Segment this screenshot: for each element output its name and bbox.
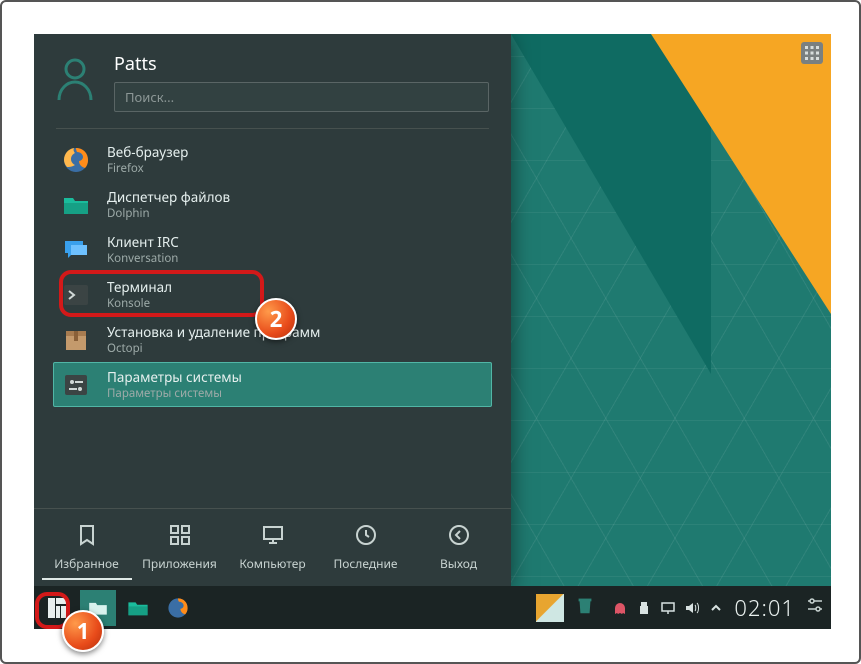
- annotation-badge-2: 2: [255, 298, 297, 340]
- folder-icon: [61, 190, 91, 220]
- tab-favorites[interactable]: Избранное: [42, 523, 132, 580]
- panel-widget[interactable]: [536, 594, 564, 622]
- app-item-web-browser[interactable]: Веб-браузерFirefox: [53, 137, 492, 182]
- clock-label[interactable]: 02:01: [734, 593, 795, 623]
- tab-computer[interactable]: Компьютер: [228, 523, 318, 580]
- app-title: Диспетчер файлов: [107, 188, 230, 206]
- app-title: Параметры системы: [107, 368, 242, 386]
- taskbar-item-firefox[interactable]: [160, 590, 196, 626]
- wallpaper-orange-triangle: [651, 34, 831, 314]
- app-subtitle: Octopi: [107, 341, 320, 356]
- app-item-irc-client[interactable]: Клиент IRCKonversation: [53, 227, 492, 272]
- tray-network-icon[interactable]: [660, 600, 676, 616]
- firefox-icon: [166, 596, 190, 620]
- app-subtitle: Konsole: [107, 296, 172, 311]
- taskbar-item-files[interactable]: [120, 590, 156, 626]
- monitor-icon: [261, 523, 285, 547]
- package-icon: [61, 325, 91, 355]
- tray-ghost-icon[interactable]: [612, 600, 628, 616]
- menu-bottom-tabs: Избранное Приложения Компьютер Последние: [34, 508, 511, 586]
- tab-label: Компьютер: [239, 555, 305, 572]
- favorites-list: Веб-браузерFirefox Диспетчер файловDolph…: [34, 137, 511, 407]
- app-item-file-manager[interactable]: Диспетчер файловDolphin: [53, 182, 492, 227]
- system-tray: [612, 600, 724, 616]
- panel-settings-icon[interactable]: [805, 595, 825, 620]
- chat-icon: [61, 235, 91, 265]
- app-subtitle: Параметры системы: [107, 386, 242, 401]
- window-frame: Patts Веб-браузерFirefox Диспетчер файло…: [0, 0, 861, 664]
- firefox-icon: [61, 145, 91, 175]
- tab-leave[interactable]: Выход: [414, 523, 504, 580]
- taskbar: 02:01: [34, 586, 831, 629]
- user-avatar-icon: [56, 58, 94, 107]
- tab-label: Последние: [333, 555, 397, 572]
- tab-recent[interactable]: Последние: [321, 523, 411, 580]
- trash-icon: [574, 594, 596, 616]
- tray-usb-icon[interactable]: [636, 600, 652, 616]
- app-title: Клиент IRC: [107, 233, 179, 251]
- tray-expand-icon[interactable]: [708, 600, 724, 616]
- terminal-icon: [61, 280, 91, 310]
- search-input[interactable]: [114, 82, 489, 112]
- tab-applications[interactable]: Приложения: [135, 523, 225, 580]
- app-subtitle: Dolphin: [107, 206, 230, 221]
- taskbar-left: [40, 590, 196, 626]
- trash-widget[interactable]: [574, 594, 602, 622]
- app-title: Веб-браузер: [107, 143, 188, 161]
- activities-grid-button[interactable]: [801, 42, 823, 64]
- tab-label: Избранное: [54, 555, 119, 572]
- divider: [56, 128, 489, 129]
- app-subtitle: Firefox: [107, 161, 188, 176]
- app-item-system-settings[interactable]: Параметры системыПараметры системы: [53, 362, 492, 407]
- app-subtitle: Konversation: [107, 251, 179, 266]
- back-icon: [447, 523, 471, 547]
- annotation-badge-1: 1: [62, 610, 104, 652]
- tray-volume-icon[interactable]: [684, 600, 700, 616]
- tab-label: Приложения: [142, 555, 217, 572]
- settings-icon: [61, 370, 91, 400]
- tab-label: Выход: [440, 555, 477, 572]
- clock-icon: [354, 523, 378, 547]
- grid-icon: [805, 46, 819, 60]
- folder-icon: [126, 596, 150, 620]
- app-title: Терминал: [107, 278, 172, 296]
- grid-icon: [168, 523, 192, 547]
- menu-header: Patts: [34, 34, 511, 118]
- user-name-label: Patts: [114, 52, 489, 76]
- desktop: Patts Веб-браузерFirefox Диспетчер файло…: [34, 34, 831, 629]
- bookmark-icon: [75, 523, 99, 547]
- taskbar-right: 02:01: [536, 593, 825, 623]
